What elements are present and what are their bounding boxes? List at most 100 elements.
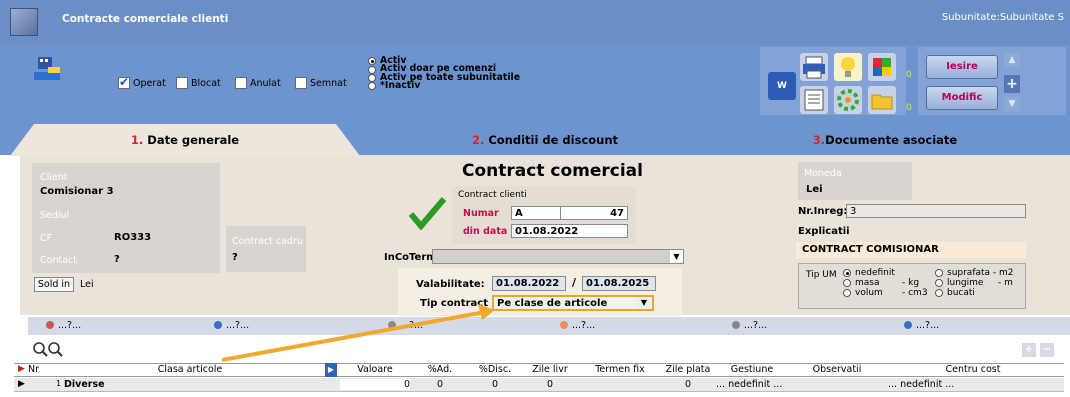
scroll-down-arrow[interactable]: ▼ <box>1004 97 1020 111</box>
grid-add-button[interactable]: + <box>1022 343 1036 357</box>
contract-cadru-value[interactable]: ? <box>232 252 238 263</box>
um-masa[interactable]: masa <box>843 278 880 288</box>
client-label: Client <box>40 172 68 183</box>
strip-item[interactable]: ...?... <box>732 320 767 331</box>
strip-item-label: ...?... <box>58 320 82 331</box>
nrinreg-label: Nr.Inreg: <box>798 206 848 217</box>
row-marker-icon: ▶ <box>18 364 25 374</box>
radio-label: nedefinit <box>855 268 895 278</box>
chevron-down-icon[interactable]: ▼ <box>637 297 651 309</box>
explicatii-field[interactable]: CONTRACT COMISIONAR <box>796 242 1026 258</box>
cell-centru-cost[interactable]: ... nedefinit ... <box>888 379 1058 390</box>
cube-icon[interactable] <box>868 53 896 81</box>
circle-icon <box>732 321 740 329</box>
um-suprafata[interactable]: suprafata - m2 <box>935 268 1014 278</box>
contact-label: Contact <box>40 255 77 266</box>
contact-value[interactable]: ? <box>114 254 120 265</box>
col-centru-cost[interactable]: Centru cost <box>888 364 1058 375</box>
modify-button[interactable]: Modific <box>926 86 998 110</box>
valid-to-field[interactable]: 01.08.2025 <box>582 276 656 291</box>
cell-ad[interactable]: 0 <box>415 379 465 390</box>
lightbulb-icon[interactable] <box>834 53 862 81</box>
tab-documente-asociate[interactable]: 3.Documente asociate <box>720 125 1050 155</box>
radio-label: *Inactiv <box>380 80 421 92</box>
um-volum[interactable]: volum <box>843 288 883 298</box>
tip-contract-select[interactable]: Pe clase de articole <box>492 295 654 311</box>
chevron-down-icon[interactable]: ▼ <box>670 250 683 263</box>
um-unit-kg: - kg <box>902 278 920 288</box>
cell-disc[interactable]: 0 <box>470 379 520 390</box>
gear-icon[interactable] <box>834 86 862 114</box>
tab-conditii-discount[interactable]: 2. Conditii de discount <box>380 125 710 155</box>
radio-dot <box>368 82 376 91</box>
cell-clasa[interactable]: Diverse <box>64 379 105 390</box>
col-nr[interactable]: Nr <box>28 364 39 375</box>
cell-zile-livr[interactable]: 0 <box>525 379 575 390</box>
contract-type: Contract clienti <box>458 190 527 200</box>
col-gestiune[interactable]: Gestiune <box>716 364 788 375</box>
valid-from-field[interactable]: 01.08.2022 <box>492 276 566 291</box>
radio-dot <box>935 289 943 297</box>
tab-date-generale[interactable]: 1. Date generale <box>30 125 340 155</box>
numar-series-field[interactable]: A <box>511 206 561 220</box>
tab-number: 1. <box>130 133 144 147</box>
scroll-up-arrow[interactable]: ▲ <box>1004 53 1020 67</box>
col-zile-livr[interactable]: Zile livr <box>525 364 575 375</box>
folder-icon[interactable] <box>868 86 896 114</box>
search-icon[interactable] <box>32 341 66 357</box>
word-icon[interactable]: W <box>768 72 796 100</box>
um-nedefinit[interactable]: nedefinit <box>843 268 895 278</box>
company-icon[interactable] <box>34 55 62 85</box>
numar-label: Numar <box>463 208 499 219</box>
numar-field[interactable]: 47 <box>560 206 628 220</box>
radio-dot <box>843 269 851 277</box>
moneda-value[interactable]: Lei <box>806 184 823 195</box>
circle-icon <box>46 321 54 329</box>
window-title: Contracte comerciale clienti <box>62 13 229 25</box>
list-icon[interactable] <box>800 86 828 114</box>
add-button[interactable]: + <box>1004 75 1020 93</box>
um-unit-cm3: - cm3 <box>902 288 928 298</box>
strip-item[interactable]: ...?... <box>904 320 939 331</box>
sold-in-value: Lei <box>80 279 94 290</box>
radio-label: suprafata - m2 <box>947 268 1014 278</box>
cell-zile-plata[interactable]: 0 <box>664 379 712 390</box>
date-separator: / <box>572 276 577 289</box>
circle-icon <box>560 321 568 329</box>
moneda-label: Moneda <box>804 168 842 179</box>
semnat-checkbox[interactable]: Semnat <box>295 77 347 89</box>
cell-gestiune[interactable]: ... nedefinit ... <box>716 379 788 390</box>
col-termen-fix[interactable]: Termen fix <box>580 364 660 375</box>
printer-icon[interactable] <box>800 53 828 81</box>
incoterms-select[interactable] <box>432 249 684 264</box>
sediu-label: Sediul <box>40 210 70 221</box>
data-field[interactable]: 01.08.2022 <box>511 224 628 238</box>
anulat-checkbox[interactable]: Anulat <box>235 77 281 89</box>
client-value[interactable]: Comisionar 3 <box>40 186 114 197</box>
checkbox-box <box>118 75 130 89</box>
tab-number: 3. <box>812 133 826 147</box>
checkbox-box <box>235 77 247 89</box>
radio-inactiv[interactable]: *Inactiv <box>368 80 520 92</box>
count-badge: 0 <box>906 70 912 80</box>
radio-dot <box>368 57 376 66</box>
col-zile-plata[interactable]: Zile plata <box>664 364 712 375</box>
exit-button[interactable]: Iesire <box>926 55 998 79</box>
tab-label: Date generale <box>143 133 240 147</box>
strip-item[interactable]: ...?... <box>46 320 81 331</box>
cell-valoare[interactable]: 0 <box>340 379 410 390</box>
checkbox-label: Operat <box>133 77 166 89</box>
um-bucati[interactable]: bucati <box>935 288 975 298</box>
checkbox-label: Anulat <box>250 77 281 89</box>
blocat-checkbox[interactable]: Blocat <box>176 77 221 89</box>
sold-in-button[interactable]: Sold in <box>34 277 74 292</box>
grid-remove-button[interactable]: − <box>1040 343 1054 357</box>
contract-cadru-panel <box>226 226 306 272</box>
um-lungime[interactable]: lungime <box>935 278 983 288</box>
row-pointer-icon: ▶ <box>18 379 25 389</box>
col-observatii[interactable]: Observatii <box>792 364 882 375</box>
strip-item[interactable]: ...?... <box>560 320 595 331</box>
operat-checkbox[interactable]: Operat <box>118 75 166 89</box>
tip-um-label: Tip UM <box>806 270 837 280</box>
nrinreg-field[interactable]: 3 <box>846 204 1026 218</box>
